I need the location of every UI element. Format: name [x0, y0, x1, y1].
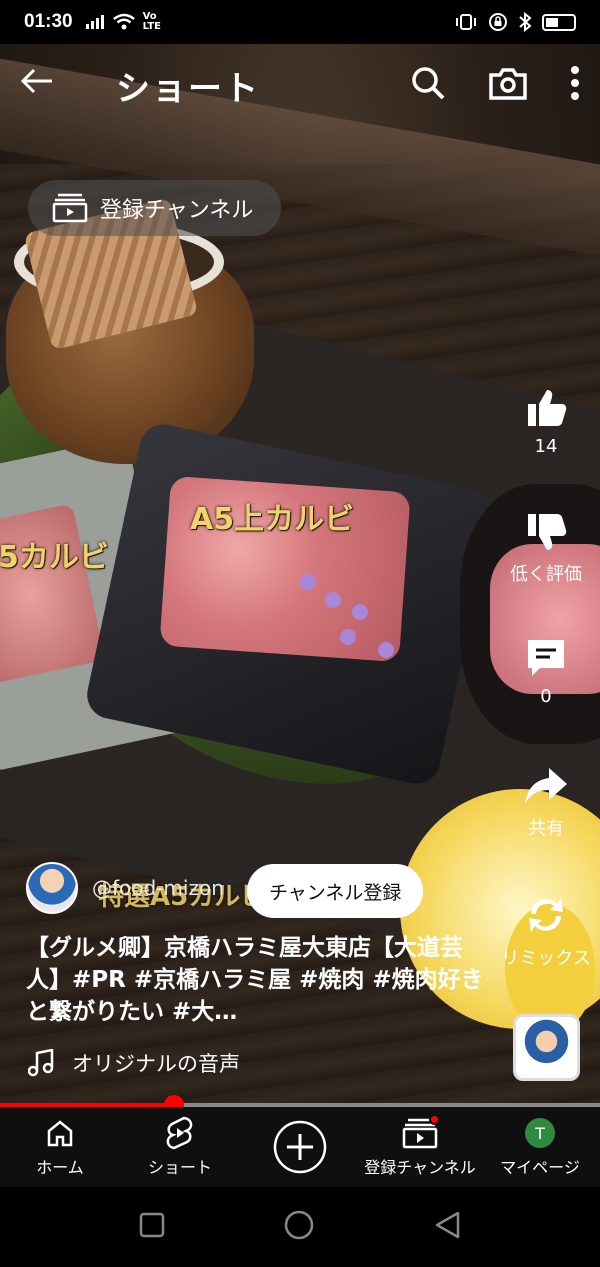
subscribe-button[interactable]: チャンネル登録 — [247, 864, 424, 918]
nav-create[interactable] — [240, 1107, 360, 1187]
dislike-label: 低く評価 — [510, 564, 582, 585]
comment-count: 0 — [540, 686, 552, 707]
flower-garnish — [300, 574, 316, 590]
battery-icon — [542, 13, 576, 31]
back-arrow-icon — [20, 68, 52, 94]
subscriptions-pill[interactable]: 登録チャンネル — [28, 180, 282, 236]
nav-home[interactable]: ホーム — [0, 1107, 120, 1187]
camera-icon — [489, 68, 527, 100]
nav-me[interactable]: T マイページ — [480, 1107, 600, 1187]
bottom-navigation: ホーム ショート 登録チャンネル T マイページ — [0, 1107, 600, 1187]
comment-icon — [528, 640, 564, 676]
square-icon — [140, 1212, 165, 1238]
channel-handle[interactable]: @food-mizon — [92, 876, 224, 900]
circle-icon — [284, 1210, 314, 1240]
new-content-dot — [429, 1114, 440, 1125]
status-bar: 01:30 Vo LTE — [0, 0, 600, 44]
video-label-left: 5カルビ — [0, 540, 109, 575]
search-icon — [412, 67, 445, 100]
share-icon — [525, 768, 567, 804]
lock-rotation-icon — [489, 13, 507, 31]
subscriptions-pill-label: 登録チャンネル — [100, 198, 254, 223]
nav-home-label: ホーム — [36, 1158, 84, 1177]
recents-button[interactable] — [139, 1212, 165, 1242]
status-right-icons — [454, 12, 576, 32]
more-options-button[interactable] — [570, 65, 580, 105]
share-label: 共有 — [528, 818, 564, 839]
nav-me-label: マイページ — [500, 1158, 580, 1177]
remix-button[interactable]: リミックス — [496, 892, 596, 970]
sound-label: オリジナルの音声 — [72, 1052, 240, 1076]
shorts-icon — [166, 1116, 193, 1150]
share-button[interactable]: 共有 — [496, 766, 596, 840]
comments-button[interactable]: 0 — [496, 636, 596, 707]
video-label-center: A5上カルビ — [190, 502, 355, 537]
nav-shorts-label: ショート — [147, 1158, 212, 1177]
top-app-bar: ショート — [0, 50, 600, 120]
flower-garnish — [378, 642, 394, 658]
more-vert-icon — [571, 66, 579, 100]
nav-shorts[interactable]: ショート — [120, 1107, 240, 1187]
back-button[interactable] — [20, 65, 76, 105]
sound-channel-thumbnail[interactable] — [513, 1014, 580, 1081]
remix-label: リミックス — [501, 948, 591, 969]
back-system-button[interactable] — [433, 1210, 461, 1244]
thumbs-up-icon — [528, 390, 567, 426]
remix-icon — [529, 898, 563, 932]
vibrate-icon — [456, 14, 476, 30]
top-actions — [410, 65, 580, 105]
user-avatar: T — [525, 1118, 555, 1148]
flower-garnish — [352, 604, 368, 620]
video-caption[interactable]: 【グルメ卿】京橋ハラミ屋大東店【大道芸人】#PR #京橋ハラミ屋 #焼肉 #焼肉… — [26, 932, 496, 1028]
nav-subscriptions-label: 登録チャンネル — [364, 1158, 476, 1177]
create-plus-icon — [273, 1120, 327, 1174]
like-count: 14 — [534, 436, 558, 457]
search-button[interactable] — [410, 65, 446, 105]
channel-avatar[interactable] — [26, 862, 78, 914]
home-system-button[interactable] — [284, 1210, 314, 1244]
nav-subscriptions[interactable]: 登録チャンネル — [360, 1107, 480, 1187]
dislike-button[interactable]: 低く評価 — [496, 510, 596, 586]
music-note-icon — [28, 1049, 54, 1077]
like-button[interactable]: 14 — [496, 386, 596, 457]
triangle-back-icon — [435, 1211, 459, 1239]
status-time: 01:30 — [24, 11, 73, 32]
sound-row[interactable]: オリジナルの音声 — [28, 1048, 240, 1078]
home-icon — [47, 1120, 73, 1147]
network-label: Vo LTE — [142, 11, 161, 32]
camera-button[interactable] — [488, 65, 528, 105]
system-navigation — [0, 1187, 600, 1267]
signal-icon — [85, 15, 104, 29]
flower-garnish — [340, 629, 356, 645]
channel-row: @food-mizon — [26, 862, 224, 914]
thumbs-down-icon — [528, 514, 567, 550]
bluetooth-icon — [519, 12, 532, 32]
wifi-icon — [112, 13, 135, 30]
status-left-icons: Vo LTE — [85, 12, 165, 32]
flower-garnish — [325, 592, 341, 608]
subscriptions-icon — [52, 193, 88, 223]
page-title: ショート — [116, 68, 260, 109]
